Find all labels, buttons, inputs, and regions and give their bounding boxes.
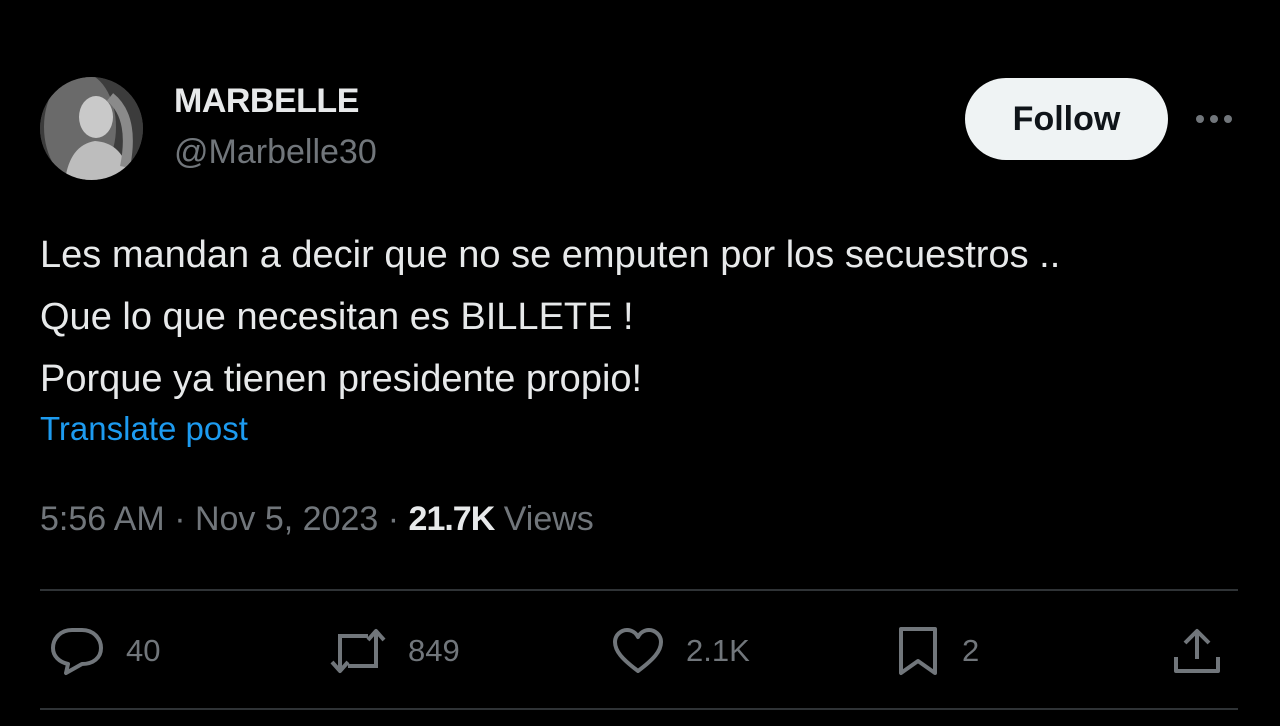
tweet-line: Les mandan a decir que no se emputen por… bbox=[40, 234, 1061, 276]
user-handle[interactable]: @Marbelle30 bbox=[174, 133, 377, 172]
reply-button[interactable]: 40 bbox=[50, 620, 160, 682]
repost-icon bbox=[330, 629, 386, 673]
follow-button[interactable]: Follow bbox=[965, 78, 1168, 160]
like-count: 2.1K bbox=[686, 633, 750, 668]
tweet-meta: 5:56 AM · Nov 5, 2023 · 21.7K Views bbox=[40, 500, 594, 539]
post-date[interactable]: Nov 5, 2023 bbox=[195, 500, 378, 538]
reply-count: 40 bbox=[126, 633, 161, 668]
repost-count: 849 bbox=[408, 633, 460, 668]
bookmark-count: 2 bbox=[962, 633, 980, 668]
tweet-text: Les mandan a decir que no se emputen por… bbox=[40, 224, 1250, 410]
translate-post-link[interactable]: Translate post bbox=[40, 410, 248, 448]
tweet-line: Porque ya tienen presidente propio! bbox=[40, 358, 643, 400]
divider bbox=[40, 589, 1238, 591]
like-button[interactable]: 2.1K bbox=[612, 620, 750, 682]
more-horizontal-icon bbox=[1196, 115, 1232, 123]
share-icon bbox=[1174, 629, 1220, 673]
separator: · bbox=[164, 500, 195, 538]
post-time[interactable]: 5:56 AM bbox=[40, 500, 165, 538]
bookmark-icon bbox=[899, 627, 937, 675]
share-button[interactable] bbox=[1172, 620, 1222, 682]
views-count: 21.7K bbox=[408, 500, 496, 538]
views-label: Views bbox=[494, 500, 594, 538]
divider bbox=[40, 708, 1238, 710]
tweet-line: Que lo que necesitan es BILLETE ! bbox=[40, 296, 634, 338]
bookmark-button[interactable]: 2 bbox=[896, 620, 979, 682]
reply-icon bbox=[51, 628, 103, 675]
avatar[interactable] bbox=[40, 77, 143, 180]
heart-icon bbox=[613, 628, 663, 673]
separator: · bbox=[378, 500, 409, 538]
display-name[interactable]: MARBELLE bbox=[174, 82, 359, 121]
more-options-button[interactable] bbox=[1190, 104, 1238, 134]
repost-button[interactable]: 849 bbox=[330, 620, 460, 682]
